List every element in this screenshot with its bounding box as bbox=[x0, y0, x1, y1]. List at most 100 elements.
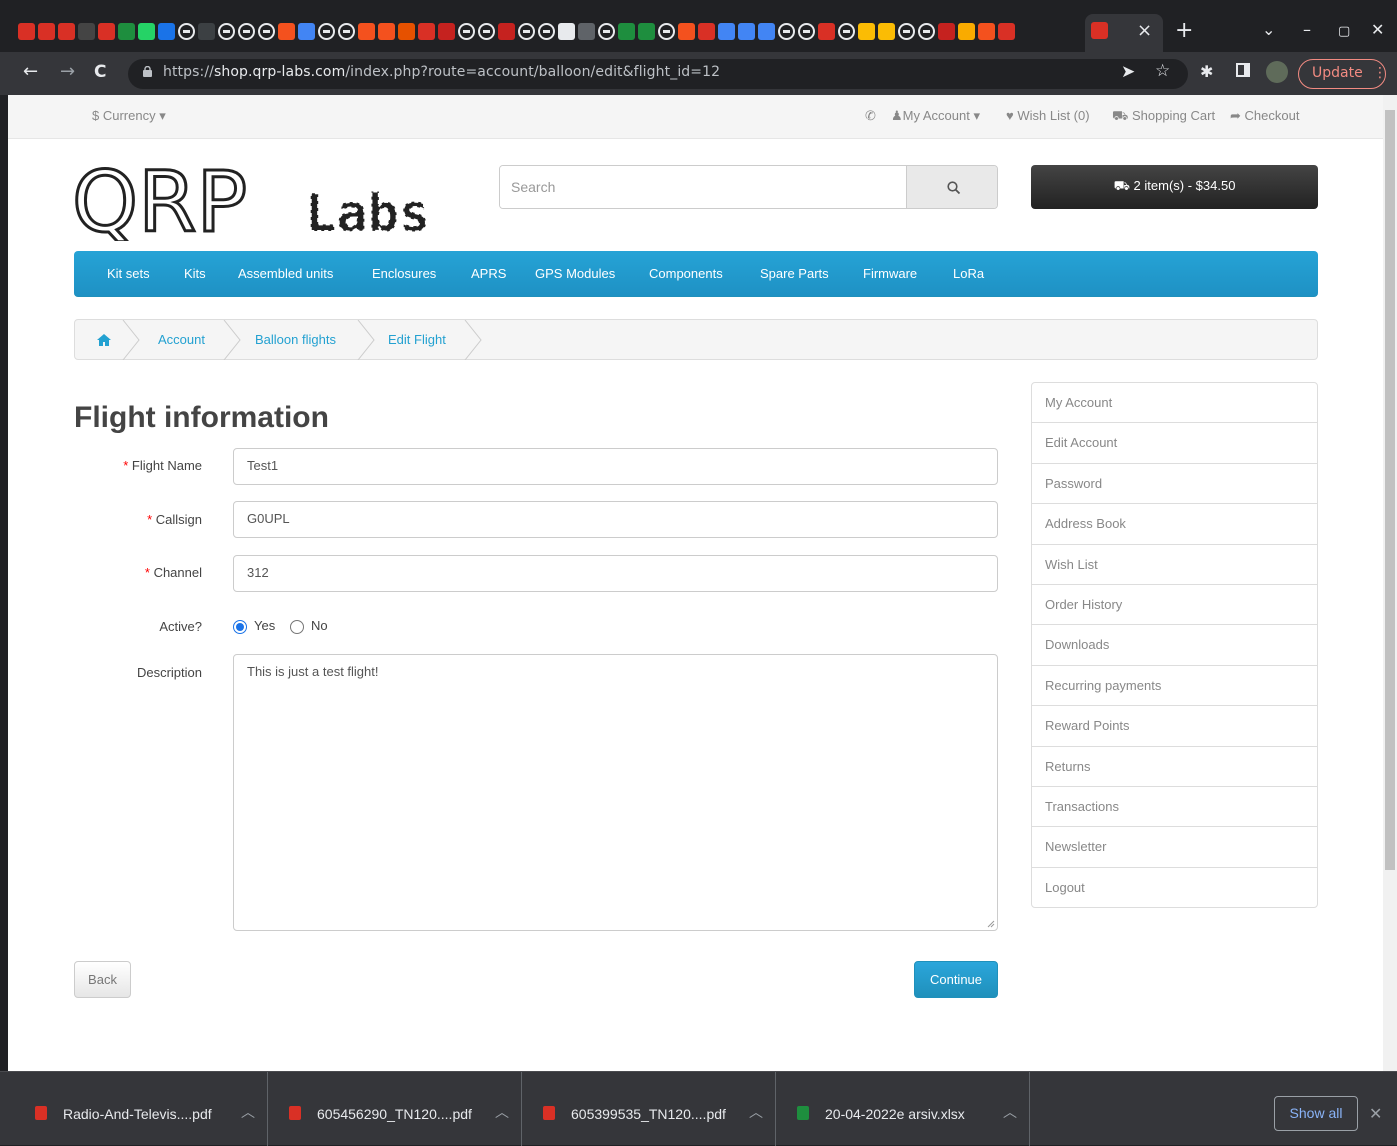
tab-favicon-icon[interactable] bbox=[318, 22, 335, 40]
tab-favicon-icon[interactable] bbox=[478, 22, 495, 40]
bookmark-star-icon[interactable]: ☆ bbox=[1155, 61, 1170, 81]
sidebar-item-password[interactable]: Password bbox=[1032, 464, 1317, 505]
sidebar-item-address-book[interactable]: Address Book bbox=[1032, 504, 1317, 545]
sidebar-item-edit-account[interactable]: Edit Account bbox=[1032, 423, 1317, 464]
tab-favicon-icon[interactable] bbox=[298, 22, 315, 40]
breadcrumb-balloon-flights[interactable]: Balloon flights bbox=[255, 332, 336, 347]
tab-favicon-icon[interactable] bbox=[518, 22, 535, 40]
show-all-button[interactable]: Show all bbox=[1274, 1096, 1358, 1131]
sidebar-item-recurring-payments[interactable]: Recurring payments bbox=[1032, 666, 1317, 707]
tab-favicon-icon[interactable] bbox=[538, 22, 555, 40]
profile-avatar[interactable] bbox=[1266, 61, 1288, 83]
tab-favicon-icon[interactable] bbox=[158, 22, 175, 40]
tab-favicon-icon[interactable] bbox=[918, 22, 935, 40]
scrollbar-thumb[interactable] bbox=[1385, 110, 1395, 870]
tab-close-icon[interactable]: × bbox=[1137, 20, 1152, 41]
menu-item-spare-parts[interactable]: Spare Parts bbox=[760, 266, 829, 281]
currency-dropdown[interactable]: $ Currency ▾ bbox=[92, 108, 166, 124]
tab-favicon-icon[interactable] bbox=[198, 22, 215, 40]
tab-favicon-icon[interactable] bbox=[938, 22, 955, 40]
sidebar-item-returns[interactable]: Returns bbox=[1032, 747, 1317, 787]
download-item[interactable]: 605456290_TN120....pdf ︿ bbox=[268, 1072, 522, 1146]
tab-favicon-icon[interactable] bbox=[78, 22, 95, 40]
tab-favicon-icon[interactable] bbox=[798, 22, 815, 40]
tab-favicon-icon[interactable] bbox=[998, 22, 1015, 40]
active-no-radio[interactable] bbox=[290, 620, 304, 634]
download-item[interactable]: 20-04-2022e arsiv.xlsx ︿ bbox=[776, 1072, 1030, 1146]
sidebar-item-my-account[interactable]: My Account bbox=[1032, 383, 1317, 424]
sidebar-item-logout[interactable]: Logout bbox=[1032, 868, 1317, 908]
home-icon[interactable] bbox=[97, 334, 111, 346]
tab-favicon-icon[interactable] bbox=[978, 22, 995, 40]
tab-favicon-icon[interactable] bbox=[238, 22, 255, 40]
active-yes-radio[interactable] bbox=[233, 620, 247, 634]
minimize-icon[interactable]: – bbox=[1303, 22, 1311, 38]
tab-favicon-icon[interactable] bbox=[58, 22, 75, 40]
flight-name-input[interactable]: Test1 bbox=[233, 448, 998, 485]
tab-favicon-icon[interactable] bbox=[338, 22, 355, 40]
tab-favicon-icon[interactable] bbox=[658, 22, 675, 40]
breadcrumb-edit-flight[interactable]: Edit Flight bbox=[388, 332, 446, 347]
tab-favicon-icon[interactable] bbox=[278, 22, 295, 40]
tab-favicon-icon[interactable] bbox=[118, 22, 135, 40]
breadcrumb-account[interactable]: Account bbox=[158, 332, 205, 347]
cart-button[interactable]: ⛟ 2 item(s) - $34.50 bbox=[1031, 165, 1318, 209]
menu-item-gps-modules[interactable]: GPS Modules bbox=[535, 266, 615, 281]
download-item[interactable]: 605399535_TN120....pdf ︿ bbox=[522, 1072, 776, 1146]
maximize-icon[interactable]: ▢ bbox=[1338, 24, 1350, 40]
tab-favicon-icon[interactable] bbox=[818, 22, 835, 40]
menu-item-components[interactable]: Components bbox=[649, 266, 723, 281]
send-tab-icon[interactable]: ➤ bbox=[1121, 62, 1135, 82]
search-input[interactable] bbox=[500, 166, 906, 208]
close-window-icon[interactable]: ✕ bbox=[1371, 22, 1384, 38]
tab-favicon-icon[interactable] bbox=[718, 22, 735, 40]
tab-favicon-icon[interactable] bbox=[578, 22, 595, 40]
checkout-link[interactable]: ➦ Checkout bbox=[1230, 108, 1299, 124]
tab-search-icon[interactable]: ⌄ bbox=[1262, 22, 1275, 38]
new-tab-button[interactable]: + bbox=[1175, 18, 1193, 43]
tab-favicon-icon[interactable] bbox=[38, 22, 55, 40]
resize-handle-icon[interactable] bbox=[987, 920, 995, 928]
extensions-icon[interactable]: ✱ bbox=[1200, 62, 1213, 81]
sidebar-item-downloads[interactable]: Downloads bbox=[1032, 625, 1317, 666]
chevron-up-icon[interactable]: ︿ bbox=[241, 1102, 255, 1122]
back-arrow-icon[interactable]: ← bbox=[23, 62, 38, 82]
tab-favicon-icon[interactable] bbox=[598, 22, 615, 40]
shopping-cart-link[interactable]: ⛟ Shopping Cart bbox=[1112, 108, 1215, 126]
tab-favicon-icon[interactable] bbox=[398, 22, 415, 40]
forward-arrow-icon[interactable]: → bbox=[60, 62, 75, 82]
tab-favicon-icon[interactable] bbox=[778, 22, 795, 40]
tab-favicon-icon[interactable] bbox=[498, 22, 515, 40]
tab-favicon-icon[interactable] bbox=[858, 22, 875, 40]
menu-item-lora[interactable]: LoRa bbox=[953, 266, 984, 281]
channel-input[interactable]: 312 bbox=[233, 555, 998, 592]
tab-favicon-icon[interactable] bbox=[878, 22, 895, 40]
tab-favicon-icon[interactable] bbox=[378, 22, 395, 40]
phone-icon[interactable]: ✆ bbox=[865, 108, 876, 124]
tab-favicon-icon[interactable] bbox=[458, 22, 475, 40]
sidebar-item-newsletter[interactable]: Newsletter bbox=[1032, 827, 1317, 868]
tab-favicon-icon[interactable] bbox=[738, 22, 755, 40]
reload-icon[interactable]: C bbox=[94, 62, 106, 82]
tab-favicon-icon[interactable] bbox=[218, 22, 235, 40]
back-button[interactable]: Back bbox=[74, 961, 131, 998]
tab-favicon-icon[interactable] bbox=[178, 22, 195, 40]
active-yes-label[interactable]: Yes bbox=[254, 618, 275, 633]
tab-favicon-icon[interactable] bbox=[838, 22, 855, 40]
sidebar-item-reward-points[interactable]: Reward Points bbox=[1032, 706, 1317, 747]
chevron-up-icon[interactable]: ︿ bbox=[1003, 1102, 1017, 1122]
chevron-up-icon[interactable]: ︿ bbox=[749, 1102, 763, 1122]
tab-favicon-icon[interactable] bbox=[698, 22, 715, 40]
update-button[interactable]: Update ⋮ bbox=[1298, 59, 1387, 89]
pinned-tab-favicons[interactable] bbox=[18, 21, 1018, 41]
close-shelf-icon[interactable]: ✕ bbox=[1369, 1104, 1382, 1123]
continue-button[interactable]: Continue bbox=[914, 961, 998, 998]
tab-favicon-icon[interactable] bbox=[258, 22, 275, 40]
tab-favicon-icon[interactable] bbox=[678, 22, 695, 40]
tab-favicon-icon[interactable] bbox=[98, 22, 115, 40]
logo[interactable]: QRP Labs bbox=[71, 152, 472, 253]
tab-favicon-icon[interactable] bbox=[358, 22, 375, 40]
sidebar-item-order-history[interactable]: Order History bbox=[1032, 585, 1317, 626]
my-account-dropdown[interactable]: ♟My Account ▾ bbox=[891, 108, 980, 124]
sidebar-item-transactions[interactable]: Transactions bbox=[1032, 787, 1317, 828]
